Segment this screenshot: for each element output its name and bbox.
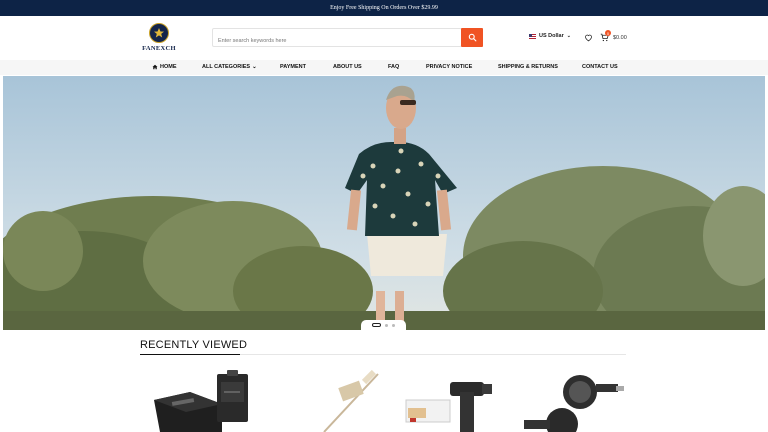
slider-dot-3[interactable] [392, 323, 395, 327]
brand-logo[interactable]: FANEXCH [140, 23, 178, 59]
nav-payment[interactable]: PAYMENT [280, 64, 306, 70]
cart-total[interactable]: $0.00 [613, 35, 627, 41]
cart-count-badge: 0 [605, 30, 611, 36]
hero-image [3, 76, 765, 330]
product-card-ignition-coil[interactable] [404, 366, 499, 432]
search-box [212, 28, 462, 50]
product-card-turn-signals[interactable] [520, 366, 630, 432]
chevron-down-icon: ⌄ [252, 64, 257, 70]
search-input[interactable] [213, 32, 461, 50]
heart-icon[interactable] [584, 33, 593, 42]
announcement-text: Enjoy Free Shipping On Orders Over $29.9… [330, 5, 438, 11]
nav-privacy[interactable]: PRIVACY NOTICE [426, 64, 472, 70]
product-image [405, 382, 492, 432]
product-card-battery-charger[interactable] [150, 366, 255, 432]
logo-star-icon [149, 23, 169, 43]
product-image [154, 370, 248, 432]
nav-privacy-label: PRIVACY NOTICE [426, 64, 473, 70]
slider-dot-2[interactable] [385, 323, 388, 327]
nav-all-categories[interactable]: ALL CATEGORIES ⌄ [202, 64, 257, 70]
nav-shipping[interactable]: SHIPPING & RETURNS [498, 64, 558, 70]
search-icon [468, 33, 476, 42]
product-card-probe[interactable] [316, 366, 386, 432]
nav-faq-label: FAQ [388, 64, 400, 70]
home-icon [152, 64, 158, 70]
slider-dot-1[interactable] [372, 323, 381, 327]
nav-about[interactable]: ABOUT US [333, 64, 362, 70]
recently-viewed-title: RECENTLY VIEWED [140, 339, 248, 351]
nav-home[interactable]: HOME [152, 64, 177, 70]
chevron-down-icon: ⌄ [566, 33, 571, 39]
hero-banner[interactable] [3, 76, 765, 330]
nav-about-label: ABOUT US [333, 64, 362, 70]
nav-contact[interactable]: CONTACT US [582, 64, 618, 70]
brand-name: FANEXCH [142, 45, 176, 52]
nav-shipping-label: SHIPPING & RETURNS [498, 64, 558, 70]
nav-all-categories-label: ALL CATEGORIES [202, 64, 251, 70]
search-button[interactable] [461, 28, 483, 47]
product-image [323, 369, 379, 432]
product-image [524, 375, 624, 432]
us-flag-icon [529, 33, 536, 39]
currency-label: US Dollar [539, 33, 564, 39]
slider-dots [361, 320, 406, 330]
nav-payment-label: PAYMENT [280, 64, 306, 70]
main-nav: HOME ALL CATEGORIES ⌄ PAYMENT ABOUT US F… [0, 60, 768, 75]
announcement-bar: Enjoy Free Shipping On Orders Over $29.9… [0, 0, 768, 16]
section-divider-accent [140, 354, 240, 355]
nav-faq[interactable]: FAQ [388, 64, 399, 70]
nav-contact-label: CONTACT US [582, 64, 618, 70]
currency-selector[interactable]: US Dollar ⌄ [529, 33, 571, 39]
nav-home-label: HOME [160, 64, 177, 70]
